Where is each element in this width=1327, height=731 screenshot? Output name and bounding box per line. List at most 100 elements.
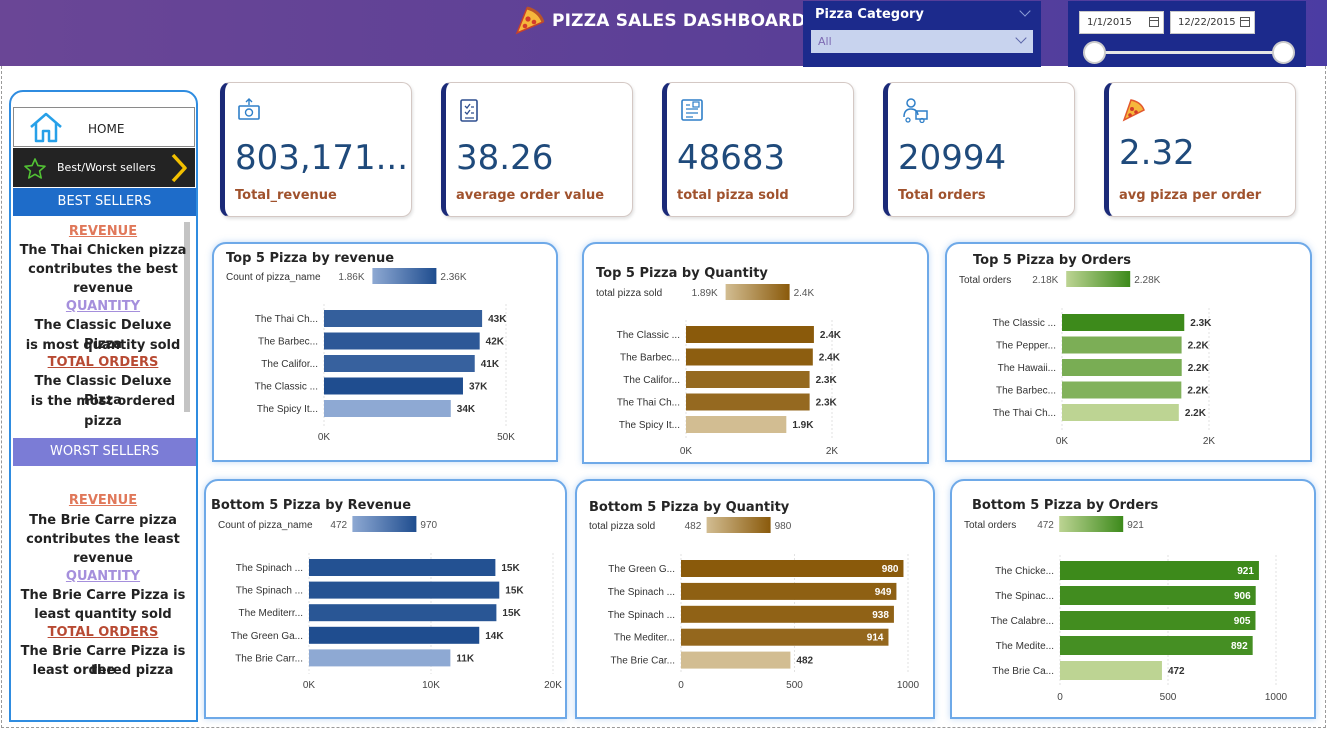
date-slider-track[interactable] (1096, 51, 1284, 54)
bar (309, 559, 496, 576)
chart-top5-quantity: total pizza sold 1.89K 2.4K 0K 2K The Classic… (582, 242, 929, 464)
start-date-input[interactable]: 1/1/2015 (1079, 11, 1164, 34)
bar (309, 581, 500, 599)
x-tick-label: 2K (826, 446, 839, 457)
date-range-slicer: 1/1/2015 12/22/2015 (1068, 1, 1306, 67)
chart-bottom5-orders: Total orders 472 921 0 500 1000 The Chicke... 9… (950, 479, 1316, 719)
bar-chart-svg: Total orders 472 921 0 500 1000 The Chicke... 9… (964, 516, 1288, 703)
kpi-value: 48683 (677, 138, 786, 178)
legend-max-label: 921 (1127, 520, 1144, 531)
bar-chart-svg: Total orders 2.18K 2.28K 0K 2K The Classic ..… (959, 271, 1215, 447)
worst-revenue-line: revenue (73, 551, 133, 566)
bar (1062, 336, 1182, 354)
pizza-icon (515, 6, 545, 35)
worst-revenue-line: contributes the least (26, 532, 180, 547)
header-bar: PIZZA SALES DASHBOARD Pizza Category All… (0, 0, 1327, 67)
legend-gradient (352, 516, 417, 532)
best-sellers-heading: BEST SELLERS (13, 188, 196, 216)
chart-top5-orders: Total orders 2.18K 2.28K 0K 2K The Classic ..… (945, 242, 1312, 462)
legend-label: Count of pizza_name (218, 520, 313, 531)
legend-max-label: 2.28K (1134, 275, 1160, 286)
worst-quantity-line: least quantity sold (34, 607, 172, 622)
category-label: The Barbec... (996, 386, 1056, 397)
legend-gradient (706, 517, 771, 533)
worst-revenue-heading: REVENUE (68, 493, 138, 508)
bar (686, 371, 810, 388)
x-tick-label: 0K (1056, 436, 1069, 447)
calendar-icon[interactable] (1240, 17, 1250, 27)
legend-gradient (1059, 516, 1124, 532)
worst-orders-line: least ordered pizza (32, 663, 174, 678)
bar (1060, 636, 1253, 655)
kpi-label: avg pizza per order (1119, 188, 1262, 203)
category-label: The Green Ga... (231, 631, 303, 642)
data-label: 914 (867, 633, 884, 644)
chart-top5-revenue: Count of pizza_name 1.86K 2.36K 0K 50K The Th… (212, 242, 558, 462)
data-label: 43K (488, 314, 507, 325)
data-label: 1.9K (792, 420, 814, 431)
date-slider-start-handle[interactable] (1083, 41, 1106, 64)
pizza-category-slicer[interactable]: Pizza Category All (803, 1, 1041, 67)
worst-sellers-heading: WORST SELLERS (13, 438, 196, 466)
home-button[interactable]: HOME (13, 107, 195, 147)
bar (1060, 661, 1162, 680)
worst-quantity-heading: QUANTITY (65, 569, 141, 584)
category-label: The Mediterr... (239, 608, 303, 619)
x-tick-label: 20K (544, 680, 562, 691)
chevron-down-icon[interactable] (1019, 5, 1031, 17)
category-dropdown[interactable]: All (811, 30, 1033, 53)
checklist-icon (460, 99, 478, 122)
data-label: 906 (1234, 591, 1251, 602)
legend-label: Total orders (959, 275, 1011, 286)
kpi-label: total pizza sold (677, 188, 789, 203)
home-button-label: HOME (88, 122, 125, 136)
category-label: The Calabre... (991, 616, 1054, 627)
x-tick-label: 500 (786, 680, 803, 691)
legend-gradient (725, 284, 790, 300)
best-revenue-line: contributes the best (28, 262, 178, 277)
data-label: 892 (1231, 641, 1248, 652)
data-label: 14K (485, 631, 504, 642)
data-label: 949 (875, 587, 892, 598)
calendar-icon[interactable] (1149, 17, 1159, 27)
legend-max-label: 980 (775, 521, 792, 532)
sidebar-panel: HOME Best/Worst sellers BEST SELLERS REV… (9, 90, 198, 722)
bar (1062, 314, 1185, 331)
data-label: 2.3K (816, 398, 838, 409)
category-label: The Brie Carr... (235, 653, 303, 664)
receipt-icon (681, 99, 703, 121)
best-revenue-line: The Thai Chicken pizza (19, 243, 187, 258)
legend-min-label: 1.89K (692, 288, 718, 299)
x-tick-label: 0K (680, 446, 693, 457)
slicer-label: Pizza Category (815, 7, 924, 22)
x-tick-label: 10K (422, 680, 440, 691)
category-label: The Spinac... (995, 591, 1054, 602)
legend-min-label: 472 (330, 520, 347, 531)
data-label: 37K (469, 382, 488, 393)
worst-orders-heading: TOTAL ORDERS (47, 625, 159, 640)
legend-min-label: 482 (685, 521, 702, 532)
legend-min-label: 2.18K (1032, 275, 1058, 286)
category-label: The Thai Ch... (993, 408, 1056, 419)
bar (681, 605, 894, 623)
chevron-down-icon[interactable] (1015, 32, 1027, 44)
bar-chart-svg: Count of pizza_name 1.86K 2.36K 0K 50K The Th… (226, 268, 515, 443)
category-label: The Classic ... (993, 318, 1056, 329)
legend-max-label: 2.36K (440, 272, 466, 283)
data-label: 2.4K (819, 353, 841, 364)
best-worst-sellers-button[interactable]: Best/Worst sellers (13, 148, 195, 187)
data-label: 15K (502, 608, 521, 619)
kpi-card-total-pizza-sold: 48683 total pizza sold (662, 82, 854, 217)
best-revenue-line: revenue (73, 281, 133, 296)
data-label: 15K (501, 563, 520, 574)
chart-title: Top 5 Pizza by Quantity (596, 266, 768, 281)
chevron-right-icon (171, 153, 187, 183)
category-label: The Classic ... (255, 382, 318, 393)
legend-label: Count of pizza_name (226, 272, 321, 283)
x-tick-label: 1000 (897, 680, 920, 691)
data-label: 2.2K (1187, 386, 1209, 397)
date-slider-end-handle[interactable] (1272, 41, 1295, 64)
end-date-input[interactable]: 12/22/2015 (1170, 11, 1255, 34)
category-label: The Brie Car... (611, 656, 675, 667)
best-revenue-heading: REVENUE (68, 224, 138, 239)
